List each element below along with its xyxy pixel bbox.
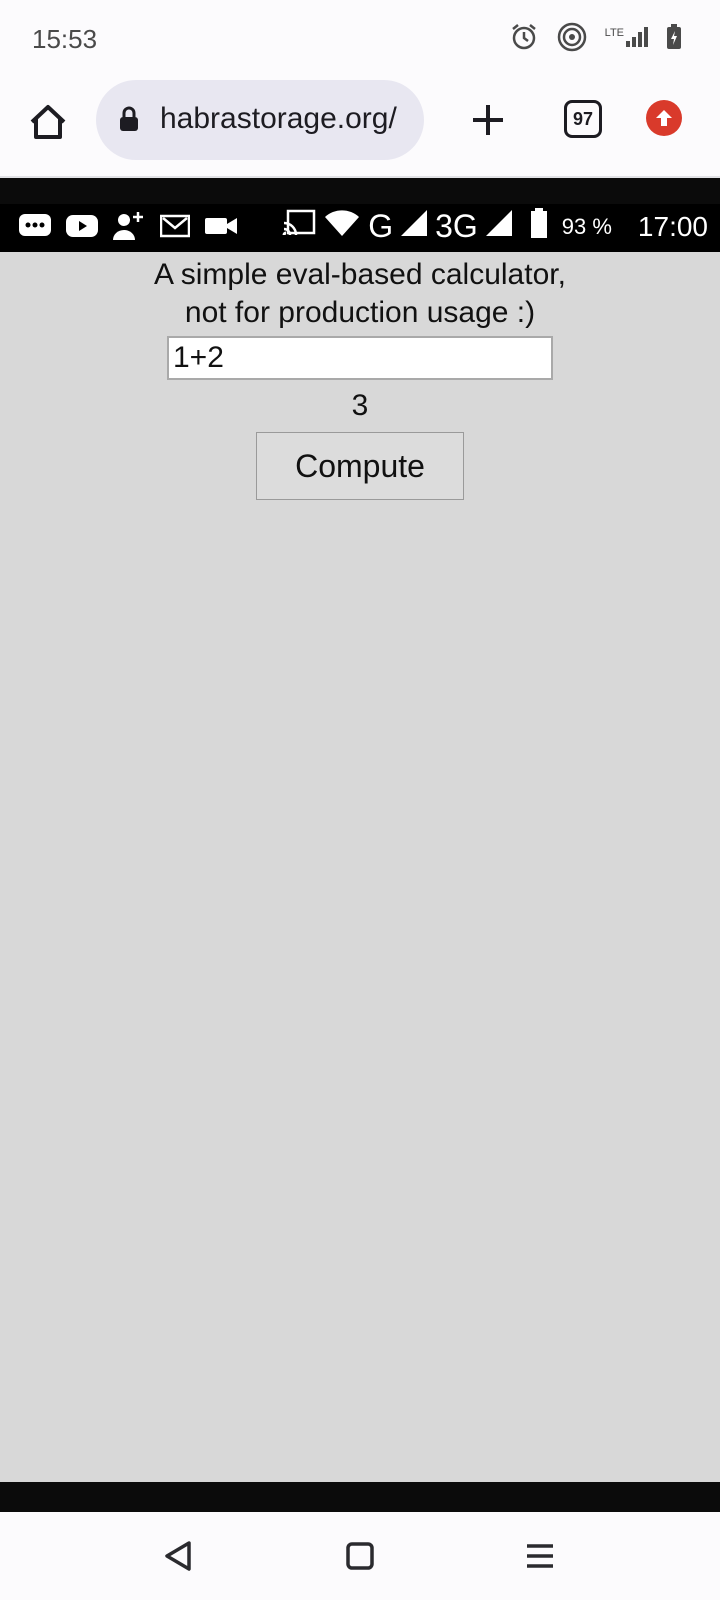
system-nav-bar xyxy=(0,1512,720,1600)
battery-percent: 93 % xyxy=(561,213,612,239)
battery-icon xyxy=(530,208,548,245)
screenshot-bottom-band xyxy=(0,1482,720,1512)
system-status-icons: LTE xyxy=(509,22,682,52)
plus-icon xyxy=(473,105,503,135)
expression-input[interactable] xyxy=(167,336,553,380)
home-icon xyxy=(30,105,66,139)
web-content: G 3G 93 % 17:00 A simple eval-based calc… xyxy=(0,178,720,1482)
heading-line-2: not for production usage :) xyxy=(184,296,536,329)
device-status-right: G 3G 93 % 17:00 xyxy=(282,208,708,245)
tab-count: 97 xyxy=(572,108,594,129)
update-chrome-button[interactable] xyxy=(646,100,682,136)
video-camera-icon xyxy=(204,215,238,242)
heading-line-1: A simple eval-based calculator, xyxy=(154,258,566,291)
network-g-label: G xyxy=(368,208,394,244)
calculator-page: A simple eval-based calculator, not for … xyxy=(0,252,720,500)
screenshot-top-band xyxy=(0,178,720,204)
alarm-icon xyxy=(509,22,539,52)
new-tab-button[interactable] xyxy=(468,100,508,140)
arrow-up-icon xyxy=(656,110,672,126)
hotspot-icon xyxy=(557,22,587,52)
menu-button[interactable] xyxy=(518,1534,562,1578)
home-button[interactable] xyxy=(26,100,70,144)
overview-button[interactable] xyxy=(338,1534,382,1578)
menu-icon xyxy=(527,1544,553,1568)
system-status-bar: 15:53 LTE xyxy=(0,0,720,80)
cast-icon xyxy=(282,209,316,244)
add-contact-icon xyxy=(112,210,146,247)
signal-icon-2 xyxy=(485,210,512,243)
network-3g-label: 3G xyxy=(435,208,478,244)
wifi-icon xyxy=(324,209,360,244)
device-clock: 17:00 xyxy=(637,210,708,242)
gmail-icon xyxy=(159,214,191,243)
back-button[interactable] xyxy=(156,1534,200,1578)
url-text: habrastorage.org/ xyxy=(160,102,397,135)
device-status-bar: G 3G 93 % 17:00 xyxy=(0,204,720,252)
youtube-icon xyxy=(66,213,98,244)
battery-charging-icon xyxy=(666,24,682,50)
result-value: 3 xyxy=(351,389,369,422)
browser-toolbar: habrastorage.org/ 97 xyxy=(0,80,720,176)
tab-switcher-button[interactable]: 97 xyxy=(564,100,602,138)
lock-icon xyxy=(118,106,140,137)
signal-icon-1 xyxy=(401,210,428,243)
compute-button[interactable]: Compute xyxy=(256,432,464,500)
page-heading: A simple eval-based calculator, not for … xyxy=(0,252,720,332)
notification-icons xyxy=(18,210,238,247)
square-icon xyxy=(346,1542,374,1570)
back-triangle-icon xyxy=(165,1541,191,1571)
address-bar[interactable]: habrastorage.org/ xyxy=(96,80,424,160)
network-type-label: LTE xyxy=(604,27,624,39)
lte-signal-icon: LTE xyxy=(605,27,648,47)
system-clock: 15:53 xyxy=(32,24,98,54)
message-icon xyxy=(18,212,52,245)
